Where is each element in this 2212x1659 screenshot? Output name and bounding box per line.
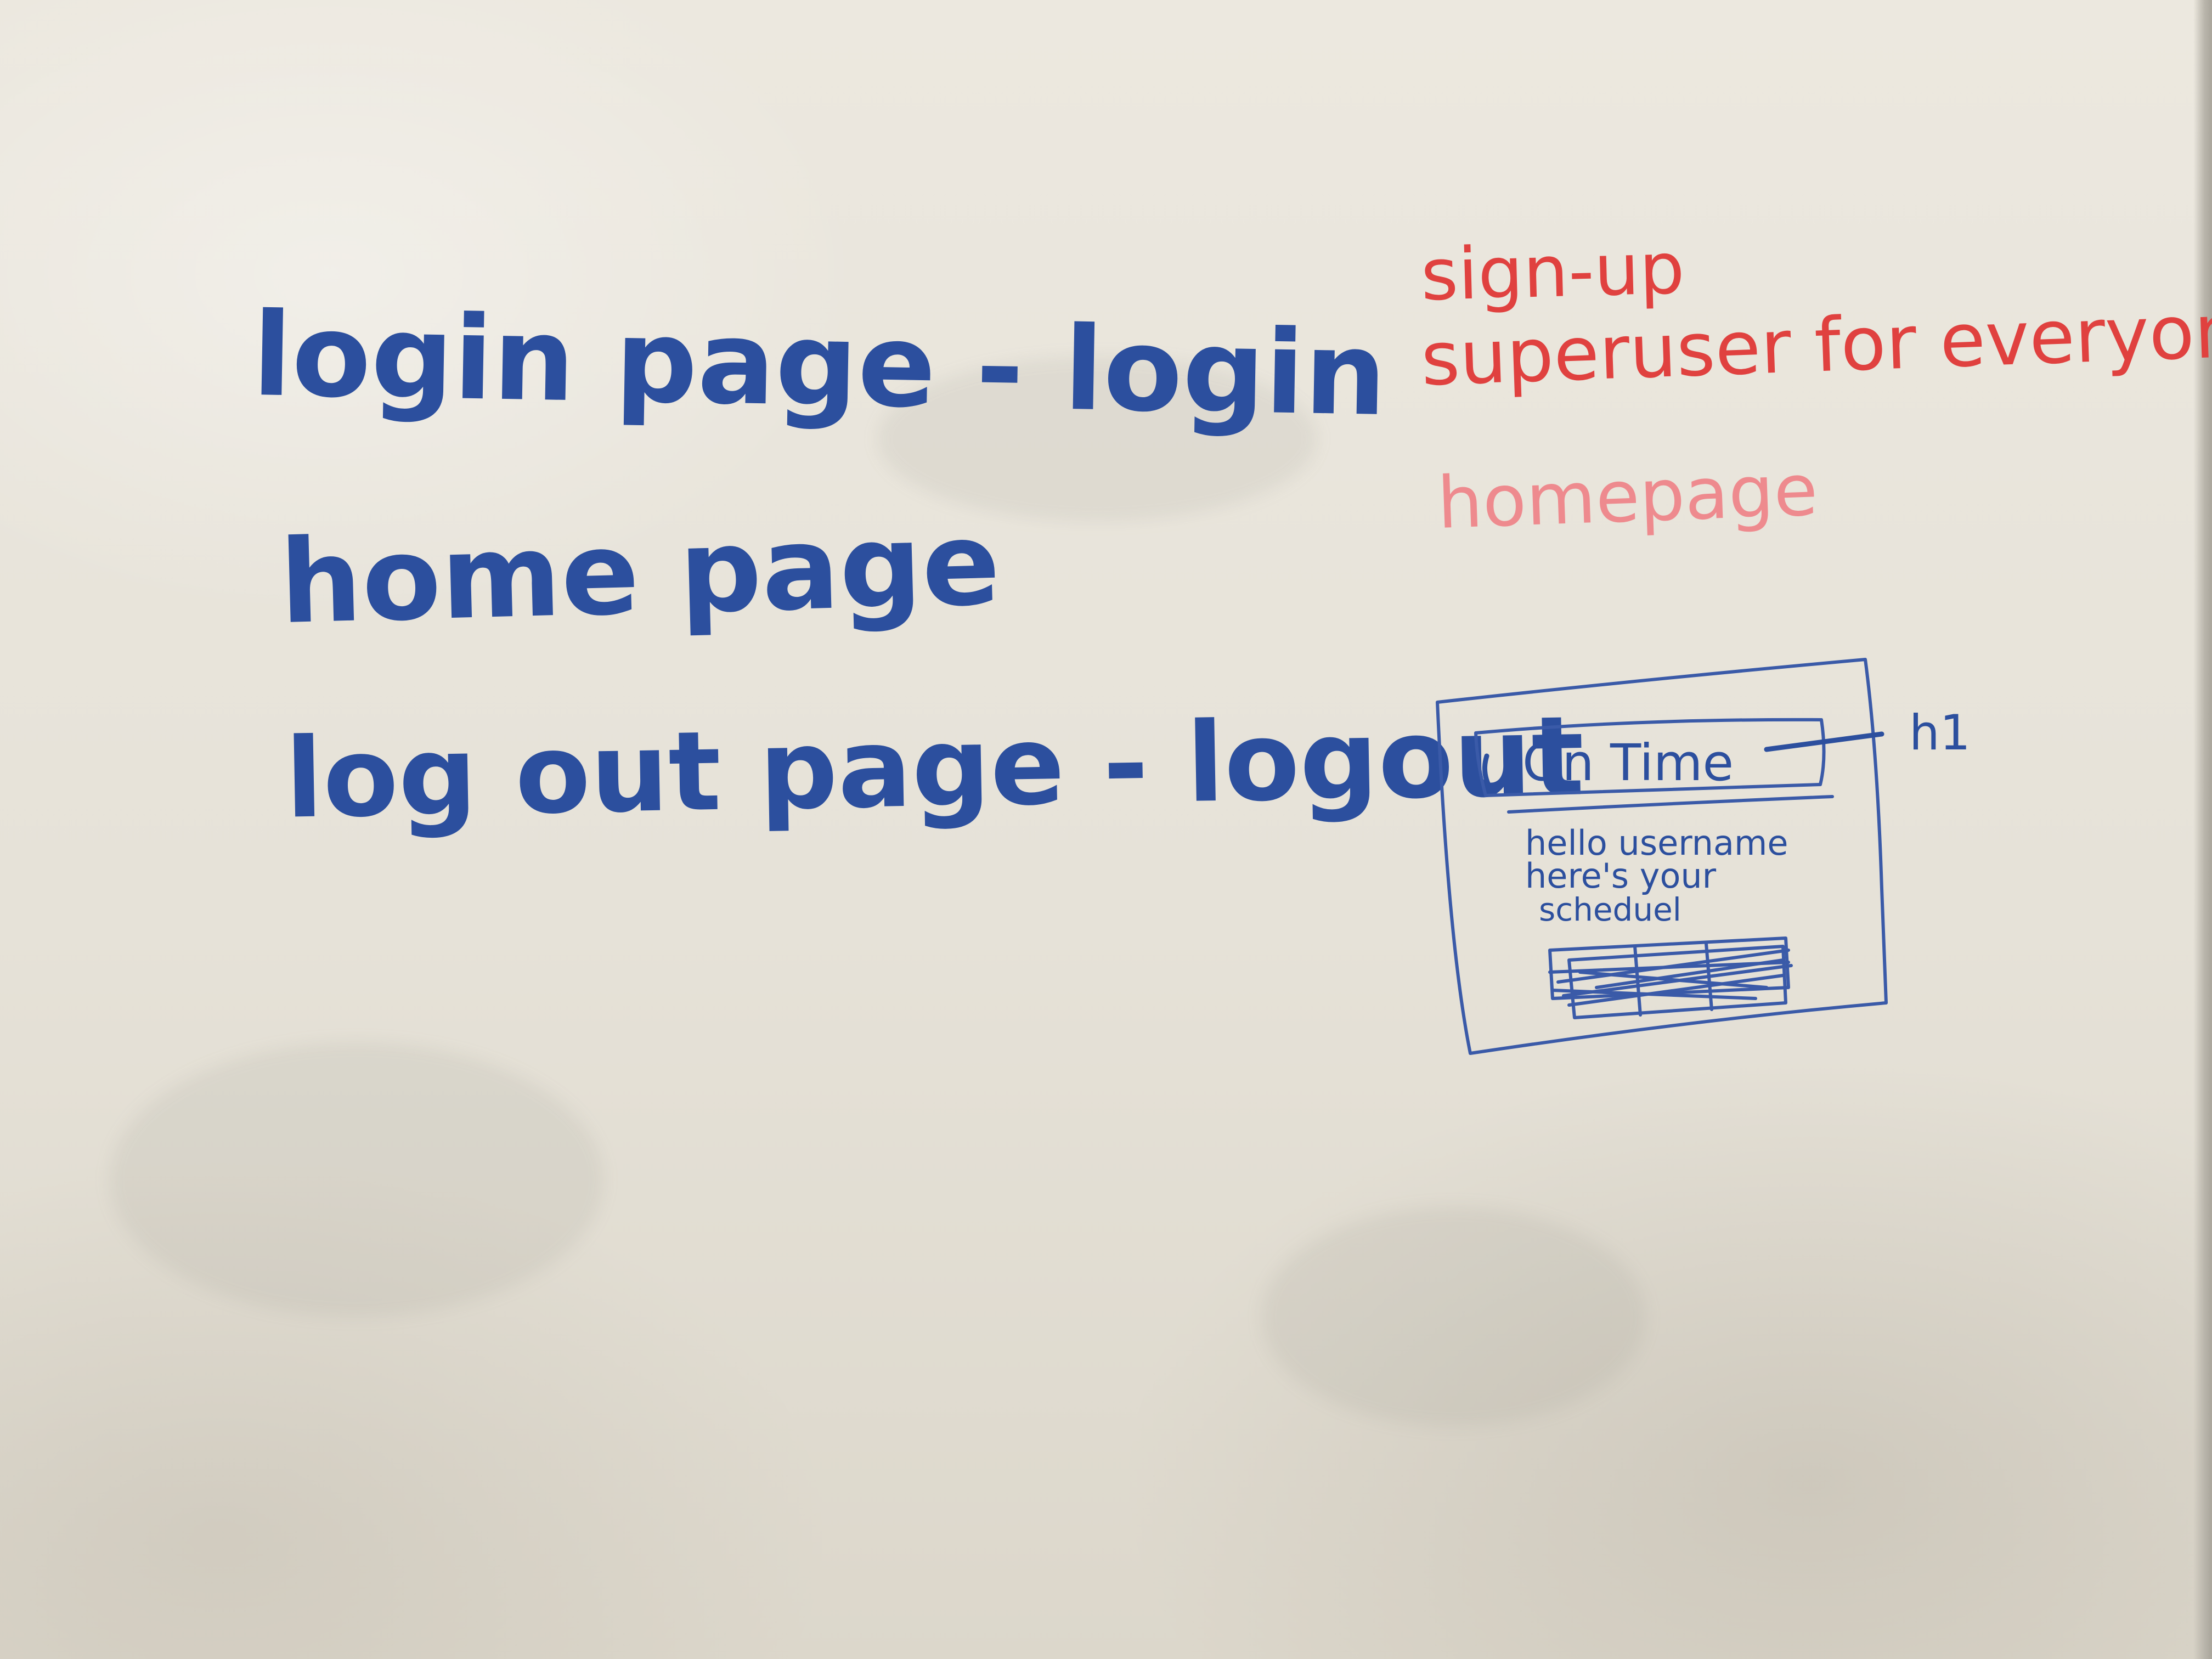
whiteboard: login page - login home page log out pag… xyxy=(0,0,2212,1659)
note-homepage-label: homepage xyxy=(1436,448,1819,545)
wireframe-h1-tag: h1 xyxy=(1909,704,1971,761)
board-smudge xyxy=(1262,1207,1646,1426)
note-logout-page: log out page - logout xyxy=(284,692,1585,843)
wireframe-header-text: On Time xyxy=(1522,733,1734,792)
wireframe-divider xyxy=(1507,795,1834,814)
note-login-page: login page - login xyxy=(251,287,1388,442)
wireframe-header-bracket xyxy=(1482,753,1494,793)
note-signup: sign-up xyxy=(1420,226,1686,317)
wireframe-schedule-table xyxy=(1548,936,1793,1019)
whiteboard-frame-edge xyxy=(2193,0,2212,1659)
note-home-page: home page xyxy=(278,496,1002,650)
board-smudge xyxy=(110,1042,603,1317)
wireframe-subtitle-line1: here's your xyxy=(1525,856,1717,896)
wireframe-subtitle-line2: scheduel xyxy=(1539,891,1681,928)
homepage-wireframe-sketch: On Time h1 hello username here's your sc… xyxy=(1436,658,1971,1055)
